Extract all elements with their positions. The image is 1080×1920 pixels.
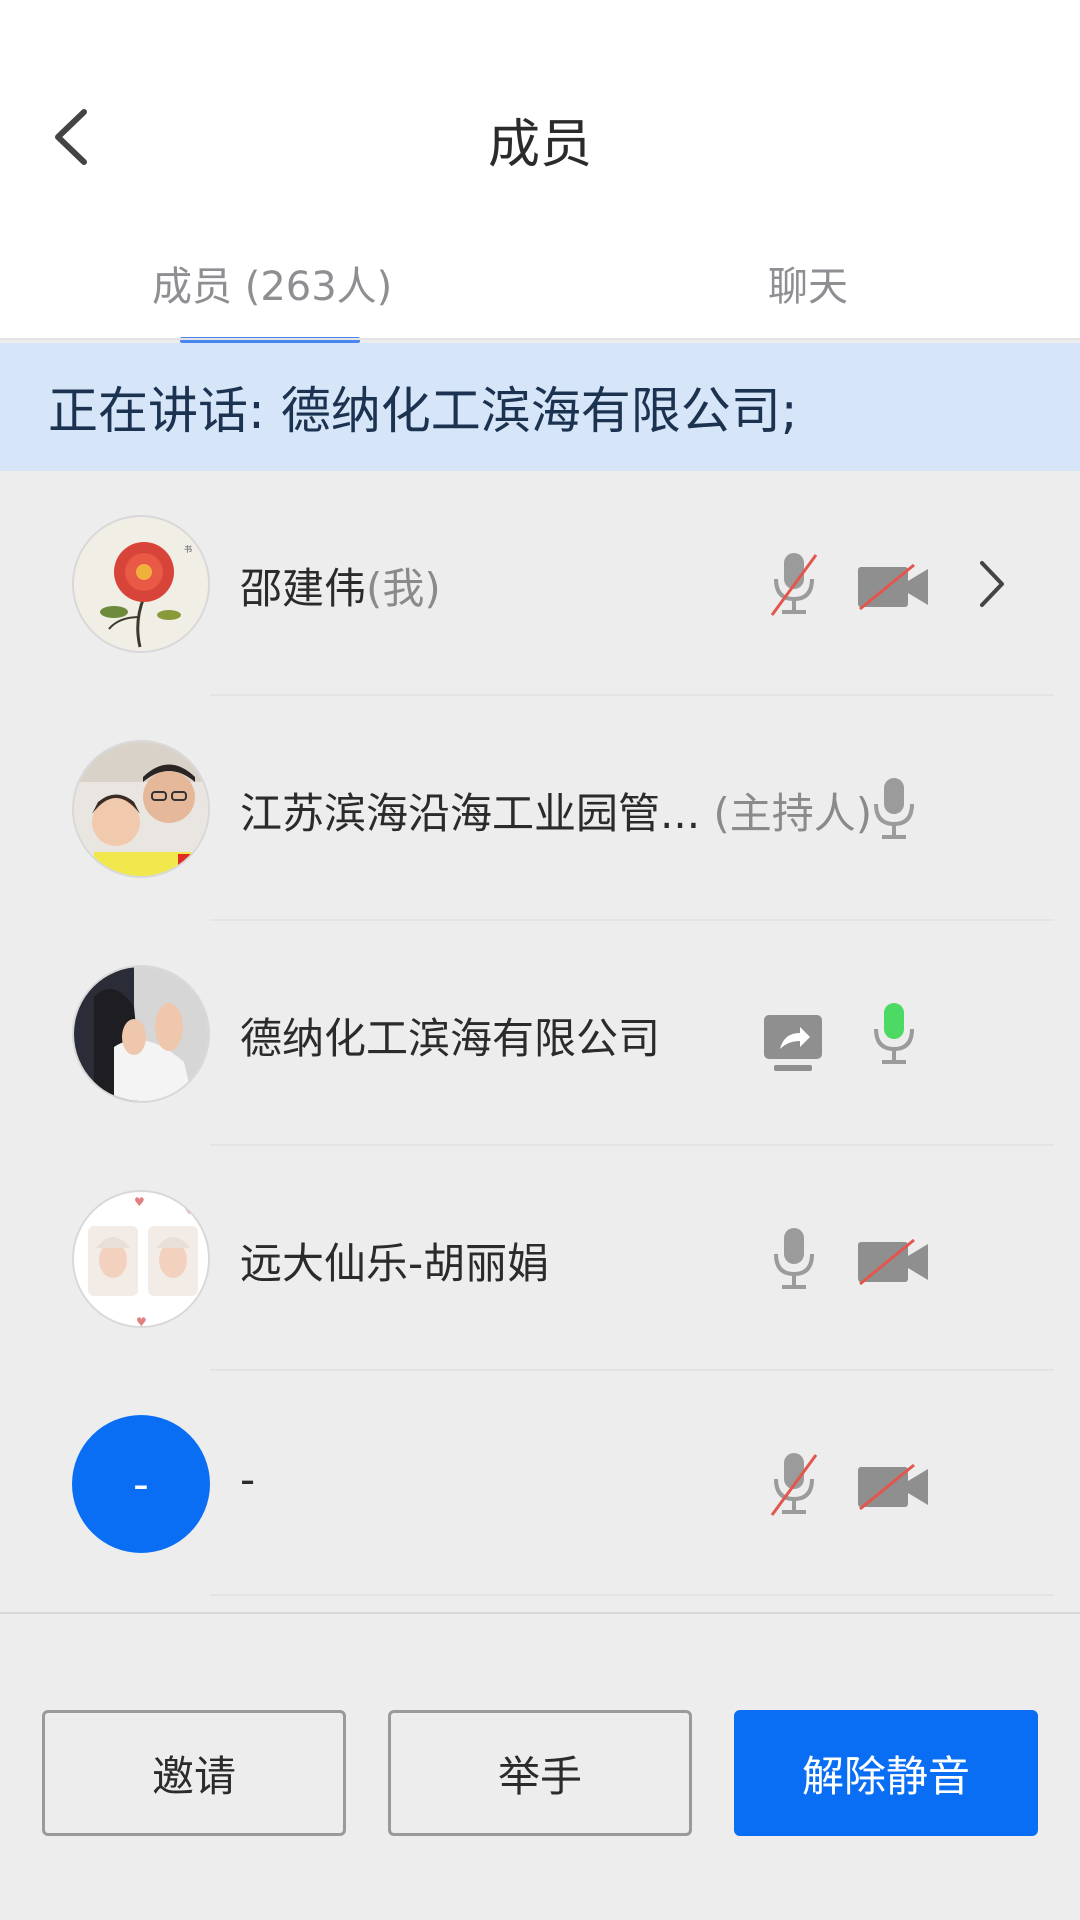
family-photo-avatar: ★	[74, 742, 208, 876]
speaking-banner: 正在讲话: 德纳化工滨海有限公司;	[0, 343, 1080, 471]
host-tag: (主持人)	[713, 789, 873, 838]
hearts-photo-avatar: ♥ ♥ ♥ ♥ ♥ ♥	[74, 1192, 208, 1328]
avatar	[72, 965, 210, 1103]
divider	[0, 1612, 1080, 1614]
divider	[0, 338, 1080, 340]
tab-members[interactable]: 成员 (263人)	[152, 254, 392, 312]
avatar-initial: -	[133, 1458, 149, 1510]
speaking-text: 正在讲话: 德纳化工滨海有限公司;	[48, 382, 798, 440]
svg-text:♥: ♥	[82, 1309, 93, 1323]
app-header: 成员 成员 (263人) 聊天	[0, 0, 1080, 343]
mic-muted-icon[interactable]	[768, 549, 820, 619]
svg-text:♥: ♥	[188, 1307, 199, 1321]
member-name: 德纳化工滨海有限公司	[240, 1014, 661, 1063]
mic-icon[interactable]	[868, 774, 920, 844]
portrait-photo-avatar	[74, 967, 208, 1101]
mic-active-icon[interactable]	[868, 999, 920, 1069]
avatar: ★	[72, 740, 210, 878]
divider	[210, 1594, 1054, 1596]
list-item[interactable]: ♥ ♥ ♥ ♥ ♥ ♥ 远大仙乐-胡丽娟	[0, 1146, 1080, 1371]
tab-bar: 成员 (263人) 聊天	[0, 230, 1080, 343]
svg-text:★: ★	[184, 862, 193, 873]
camera-off-icon[interactable]	[856, 1238, 930, 1286]
member-name: 远大仙乐-胡丽娟	[240, 1239, 550, 1288]
raise-hand-button[interactable]: 举手	[388, 1710, 692, 1836]
svg-text:♥: ♥	[84, 1201, 95, 1215]
mic-muted-icon[interactable]	[768, 1449, 820, 1519]
camera-off-icon[interactable]	[856, 1463, 930, 1511]
member-list: 书 邵建伟(我) ★ 江苏滨海沿海工业园管... (主持人) 德纳化工滨海有限公…	[0, 471, 1080, 1596]
page-title: 成员	[487, 115, 592, 175]
avatar: 书	[72, 515, 210, 653]
svg-text:书: 书	[184, 544, 192, 554]
member-name: -	[240, 1455, 256, 1504]
list-item[interactable]: 书 邵建伟(我)	[0, 471, 1080, 696]
svg-text:♥: ♥	[184, 1203, 195, 1217]
list-item[interactable]: 德纳化工滨海有限公司	[0, 921, 1080, 1146]
member-name: 江苏滨海沿海工业园管... (主持人)	[240, 789, 873, 838]
avatar: -	[72, 1415, 210, 1553]
tab-chat[interactable]: 聊天	[768, 254, 848, 312]
mic-icon[interactable]	[768, 1224, 820, 1294]
invite-button[interactable]: 邀请	[42, 1710, 346, 1836]
avatar: ♥ ♥ ♥ ♥ ♥ ♥	[72, 1190, 210, 1328]
camera-off-icon[interactable]	[856, 563, 930, 611]
flower-painting-avatar: 书	[74, 517, 208, 651]
unmute-button[interactable]: 解除静音	[734, 1710, 1038, 1836]
svg-text:♥: ♥	[134, 1195, 145, 1209]
screen-share-icon[interactable]	[762, 1013, 824, 1075]
list-item[interactable]: ★ 江苏滨海沿海工业园管... (主持人)	[0, 696, 1080, 921]
list-item[interactable]: - -	[0, 1371, 1080, 1596]
svg-text:♥: ♥	[136, 1315, 147, 1328]
self-tag: (我)	[366, 564, 441, 613]
chevron-right-icon[interactable]	[976, 559, 1006, 609]
member-name: 邵建伟(我)	[240, 564, 441, 613]
